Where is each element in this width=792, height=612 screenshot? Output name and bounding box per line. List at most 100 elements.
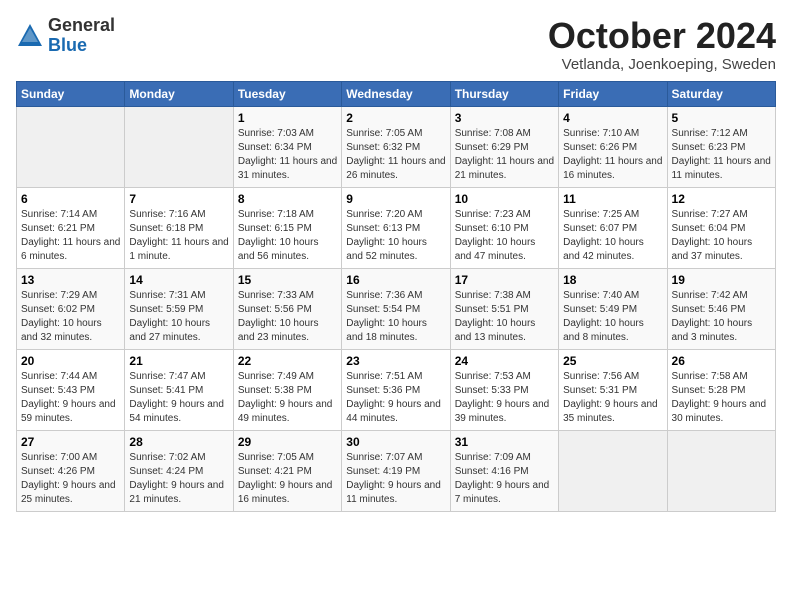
title-block: October 2024 Vetlanda, Joenkoeping, Swed… [548, 16, 776, 73]
day-info: Sunrise: 7:44 AM Sunset: 5:43 PM Dayligh… [21, 370, 120, 426]
day-number: 31 [455, 435, 554, 449]
calendar-cell: 4 Sunrise: 7:10 AM Sunset: 6:26 PM Daylig… [559, 106, 667, 187]
day-number: 2 [346, 111, 445, 125]
day-info: Sunrise: 7:05 AM Sunset: 4:21 PM Dayligh… [238, 451, 337, 507]
calendar-cell: 11Sunrise: 7:25 AM Sunset: 6:07 PM Dayli… [559, 187, 667, 268]
calendar-body: 1Sunrise: 7:03 AM Sunset: 6:34 PM Daylig… [17, 106, 776, 511]
day-number: 11 [563, 192, 662, 206]
calendar-cell: 25 Sunrise: 7:56 AM Sunset: 5:31 PM Dayli… [559, 349, 667, 430]
weekday-header-monday: Monday [125, 81, 233, 106]
day-info: Sunrise: 7:08 AM Sunset: 6:29 PM Dayligh… [455, 127, 554, 183]
day-info: Sunrise: 7:00 AM Sunset: 4:26 PM Dayligh… [21, 451, 120, 507]
calendar-cell: 12Sunrise: 7:27 AM Sunset: 6:04 PM Dayli… [667, 187, 775, 268]
weekday-header-friday: Friday [559, 81, 667, 106]
day-number: 19 [672, 273, 771, 287]
day-number: 18 [563, 273, 662, 287]
day-info: Sunrise: 7:09 AM Sunset: 4:16 PM Dayligh… [455, 451, 554, 507]
calendar-cell: 10Sunrise: 7:23 AM Sunset: 6:10 PM Dayli… [450, 187, 558, 268]
day-info: Sunrise: 7:02 AM Sunset: 4:24 PM Dayligh… [129, 451, 228, 507]
day-number: 20 [21, 354, 120, 368]
day-number: 21 [129, 354, 228, 368]
day-info: Sunrise: 7:05 AM Sunset: 6:32 PM Dayligh… [346, 127, 445, 183]
calendar-cell: 30 Sunrise: 7:07 AM Sunset: 4:19 PM Dayli… [342, 430, 450, 511]
calendar-table: SundayMondayTuesdayWednesdayThursdayFrid… [16, 81, 776, 512]
day-info: Sunrise: 7:53 AM Sunset: 5:33 PM Dayligh… [455, 370, 554, 426]
weekday-header-sunday: Sunday [17, 81, 125, 106]
calendar-cell: 28 Sunrise: 7:02 AM Sunset: 4:24 PM Dayli… [125, 430, 233, 511]
day-number: 24 [455, 354, 554, 368]
day-info: Sunrise: 7:12 AM Sunset: 6:23 PM Dayligh… [672, 127, 771, 183]
weekday-header-saturday: Saturday [667, 81, 775, 106]
day-info: Sunrise: 7:47 AM Sunset: 5:41 PM Dayligh… [129, 370, 228, 426]
day-info: Sunrise: 7:03 AM Sunset: 6:34 PM Dayligh… [238, 127, 337, 183]
day-info: Sunrise: 7:42 AM Sunset: 5:46 PM Dayligh… [672, 289, 771, 345]
calendar-cell: 9Sunrise: 7:20 AM Sunset: 6:13 PM Daylig… [342, 187, 450, 268]
weekday-header-thursday: Thursday [450, 81, 558, 106]
day-number: 17 [455, 273, 554, 287]
calendar-cell [125, 106, 233, 187]
day-number: 25 [563, 354, 662, 368]
day-number: 3 [455, 111, 554, 125]
day-number: 29 [238, 435, 337, 449]
calendar-cell: 29 Sunrise: 7:05 AM Sunset: 4:21 PM Dayli… [233, 430, 341, 511]
day-number: 22 [238, 354, 337, 368]
weekday-header-row: SundayMondayTuesdayWednesdayThursdayFrid… [17, 81, 776, 106]
day-number: 13 [21, 273, 120, 287]
day-number: 14 [129, 273, 228, 287]
day-info: Sunrise: 7:56 AM Sunset: 5:31 PM Dayligh… [563, 370, 662, 426]
location-subtitle: Vetlanda, Joenkoeping, Sweden [548, 56, 776, 73]
logo: General Blue [16, 16, 115, 56]
page-header: General Blue October 2024 Vetlanda, Joen… [16, 16, 776, 73]
day-info: Sunrise: 7:58 AM Sunset: 5:28 PM Dayligh… [672, 370, 771, 426]
day-number: 28 [129, 435, 228, 449]
day-info: Sunrise: 7:18 AM Sunset: 6:15 PM Dayligh… [238, 208, 337, 264]
calendar-cell: 24 Sunrise: 7:53 AM Sunset: 5:33 PM Dayli… [450, 349, 558, 430]
calendar-cell: 15 Sunrise: 7:33 AM Sunset: 5:56 PM Dayli… [233, 268, 341, 349]
calendar-cell: 8 Sunrise: 7:18 AM Sunset: 6:15 PM Daylig… [233, 187, 341, 268]
day-number: 6 [21, 192, 120, 206]
day-number: 27 [21, 435, 120, 449]
day-number: 23 [346, 354, 445, 368]
logo-text: General Blue [48, 16, 115, 56]
day-info: Sunrise: 7:49 AM Sunset: 5:38 PM Dayligh… [238, 370, 337, 426]
calendar-cell: 6Sunrise: 7:14 AM Sunset: 6:21 PM Daylig… [17, 187, 125, 268]
calendar-cell: 3 Sunrise: 7:08 AM Sunset: 6:29 PM Daylig… [450, 106, 558, 187]
weekday-header-tuesday: Tuesday [233, 81, 341, 106]
day-number: 10 [455, 192, 554, 206]
calendar-week-row: 20 Sunrise: 7:44 AM Sunset: 5:43 PM Dayli… [17, 349, 776, 430]
calendar-cell: 27 Sunrise: 7:00 AM Sunset: 4:26 PM Dayli… [17, 430, 125, 511]
calendar-week-row: 13Sunrise: 7:29 AM Sunset: 6:02 PM Dayli… [17, 268, 776, 349]
day-info: Sunrise: 7:07 AM Sunset: 4:19 PM Dayligh… [346, 451, 445, 507]
day-number: 4 [563, 111, 662, 125]
day-number: 26 [672, 354, 771, 368]
calendar-cell: 5 Sunrise: 7:12 AM Sunset: 6:23 PM Daylig… [667, 106, 775, 187]
calendar-cell: 2 Sunrise: 7:05 AM Sunset: 6:32 PM Daylig… [342, 106, 450, 187]
calendar-cell: 31 Sunrise: 7:09 AM Sunset: 4:16 PM Dayli… [450, 430, 558, 511]
calendar-cell: 22 Sunrise: 7:49 AM Sunset: 5:38 PM Dayli… [233, 349, 341, 430]
calendar-week-row: 27 Sunrise: 7:00 AM Sunset: 4:26 PM Dayli… [17, 430, 776, 511]
day-info: Sunrise: 7:31 AM Sunset: 5:59 PM Dayligh… [129, 289, 228, 345]
day-number: 5 [672, 111, 771, 125]
day-number: 15 [238, 273, 337, 287]
day-info: Sunrise: 7:16 AM Sunset: 6:18 PM Dayligh… [129, 208, 228, 264]
day-info: Sunrise: 7:10 AM Sunset: 6:26 PM Dayligh… [563, 127, 662, 183]
logo-icon [16, 22, 44, 50]
day-info: Sunrise: 7:40 AM Sunset: 5:49 PM Dayligh… [563, 289, 662, 345]
calendar-week-row: 1Sunrise: 7:03 AM Sunset: 6:34 PM Daylig… [17, 106, 776, 187]
calendar-cell: 26 Sunrise: 7:58 AM Sunset: 5:28 PM Dayli… [667, 349, 775, 430]
calendar-cell: 14 Sunrise: 7:31 AM Sunset: 5:59 PM Dayli… [125, 268, 233, 349]
month-title: October 2024 [548, 16, 776, 56]
calendar-cell: 13Sunrise: 7:29 AM Sunset: 6:02 PM Dayli… [17, 268, 125, 349]
calendar-cell [667, 430, 775, 511]
day-number: 30 [346, 435, 445, 449]
day-info: Sunrise: 7:51 AM Sunset: 5:36 PM Dayligh… [346, 370, 445, 426]
calendar-cell: 23 Sunrise: 7:51 AM Sunset: 5:36 PM Dayli… [342, 349, 450, 430]
day-number: 16 [346, 273, 445, 287]
day-info: Sunrise: 7:20 AM Sunset: 6:13 PM Dayligh… [346, 208, 445, 264]
day-info: Sunrise: 7:33 AM Sunset: 5:56 PM Dayligh… [238, 289, 337, 345]
calendar-cell [17, 106, 125, 187]
calendar-cell: 19 Sunrise: 7:42 AM Sunset: 5:46 PM Dayli… [667, 268, 775, 349]
day-number: 8 [238, 192, 337, 206]
day-number: 7 [129, 192, 228, 206]
calendar-cell: 16Sunrise: 7:36 AM Sunset: 5:54 PM Dayli… [342, 268, 450, 349]
